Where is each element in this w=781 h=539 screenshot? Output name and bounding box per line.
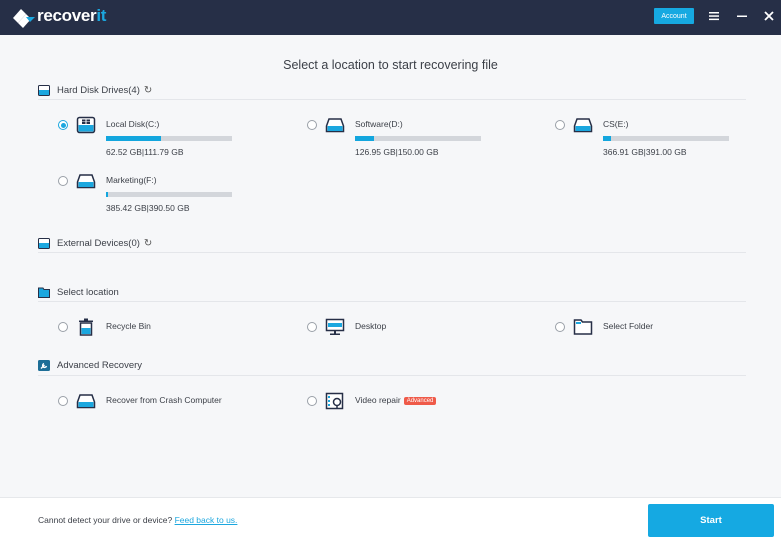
capacity-bar (106, 192, 232, 197)
hard-disk-icon (38, 84, 50, 96)
feedback-link[interactable]: Feed back to us. (175, 515, 238, 525)
option-label: Recycle Bin (106, 321, 151, 331)
drive-size: 126.95 GB|150.00 GB (355, 147, 439, 157)
refresh-icon[interactable]: ↻ (144, 238, 152, 249)
system-drive-icon (76, 116, 96, 134)
option-label: Recover from Crash Computer (106, 395, 222, 405)
advanced-badge: Advanced (403, 397, 437, 405)
radio-button[interactable] (58, 120, 68, 130)
video-repair-icon (325, 392, 344, 410)
folder-icon (573, 319, 593, 335)
radio-button[interactable] (307, 120, 317, 130)
option-label: Video repair (355, 395, 401, 405)
capacity-bar (106, 136, 232, 141)
divider (38, 99, 746, 100)
drive-option-e[interactable]: CS(E:) 366.91 GB|391.00 GB (555, 116, 729, 157)
radio-button[interactable] (555, 120, 565, 130)
drive-name: CS(E:) (603, 119, 629, 129)
radio-button[interactable] (58, 176, 68, 186)
radio-button[interactable] (555, 322, 565, 332)
drive-icon (76, 174, 96, 189)
folder-icon (38, 287, 50, 298)
divider (38, 252, 746, 253)
section-hard-disk-drives: Hard Disk Drives(4) ↻ (38, 82, 152, 98)
section-label: External Devices(0) (57, 237, 140, 249)
divider (38, 301, 746, 302)
drive-name: Software(D:) (355, 119, 403, 129)
drive-option-d[interactable]: Software(D:) 126.95 GB|150.00 GB (307, 116, 481, 157)
advanced-option-crash-computer[interactable]: Recover from Crash Computer (58, 392, 222, 410)
title-bar: recoverit Account (0, 0, 781, 35)
drive-option-f[interactable]: Marketing(F:) 385.42 GB|390.50 GB (58, 172, 232, 213)
start-button[interactable]: Start (648, 504, 774, 537)
capacity-bar (603, 136, 729, 141)
desktop-icon (325, 318, 345, 335)
external-device-icon (38, 237, 50, 249)
divider (38, 375, 746, 376)
radio-button[interactable] (58, 322, 68, 332)
capacity-fill (106, 136, 162, 141)
drive-name: Marketing(F:) (106, 175, 157, 185)
radio-button[interactable] (307, 396, 317, 406)
location-option-recycle-bin[interactable]: Recycle Bin (58, 318, 151, 336)
capacity-fill (106, 192, 108, 197)
drive-size: 366.91 GB|391.00 GB (603, 147, 687, 157)
advanced-option-video-repair[interactable]: Video repair Advanced (307, 392, 437, 410)
option-label: Desktop (355, 321, 387, 331)
capacity-fill (355, 136, 374, 141)
drive-name: Local Disk(C:) (106, 119, 160, 129)
close-icon[interactable] (762, 9, 776, 23)
refresh-icon[interactable]: ↻ (144, 85, 152, 96)
drive-icon (573, 118, 593, 133)
capacity-fill (603, 136, 611, 141)
option-label: Select Folder (603, 321, 654, 331)
drive-size: 385.42 GB|390.50 GB (106, 203, 190, 213)
location-option-select-folder[interactable]: Select Folder (555, 318, 653, 336)
footer-message: Cannot detect your drive or device? Feed… (38, 515, 237, 525)
section-external-devices: External Devices(0) ↻ (38, 235, 152, 251)
radio-button[interactable] (307, 322, 317, 332)
section-select-location: Select location (38, 284, 119, 300)
section-label: Select location (57, 286, 119, 298)
section-advanced-recovery: Advanced Recovery (38, 357, 142, 373)
crash-computer-icon (76, 394, 96, 409)
menu-icon[interactable] (707, 9, 721, 23)
footer: Cannot detect your drive or device? Feed… (0, 497, 781, 539)
section-label: Hard Disk Drives(4) (57, 84, 140, 96)
account-button[interactable]: Account (654, 8, 694, 24)
page-title: Select a location to start recovering fi… (283, 58, 498, 72)
option-label-wrap: Video repair Advanced (355, 395, 437, 405)
section-label: Advanced Recovery (57, 359, 143, 371)
drive-icon (325, 118, 345, 133)
brand-name: recoverit (37, 6, 107, 25)
minimize-icon[interactable] (735, 9, 749, 23)
capacity-bar (355, 136, 481, 141)
radio-button[interactable] (58, 396, 68, 406)
recoverit-logo-icon (13, 9, 35, 28)
drive-size: 62.52 GB|111.79 GB (106, 147, 184, 157)
footer-text: Cannot detect your drive or device? (38, 515, 175, 525)
recycle-bin-icon (79, 318, 93, 336)
drive-option-c[interactable]: Local Disk(C:) 62.52 GB|111.79 GB (58, 116, 232, 157)
location-option-desktop[interactable]: Desktop (307, 318, 386, 336)
wrench-icon (38, 359, 50, 371)
